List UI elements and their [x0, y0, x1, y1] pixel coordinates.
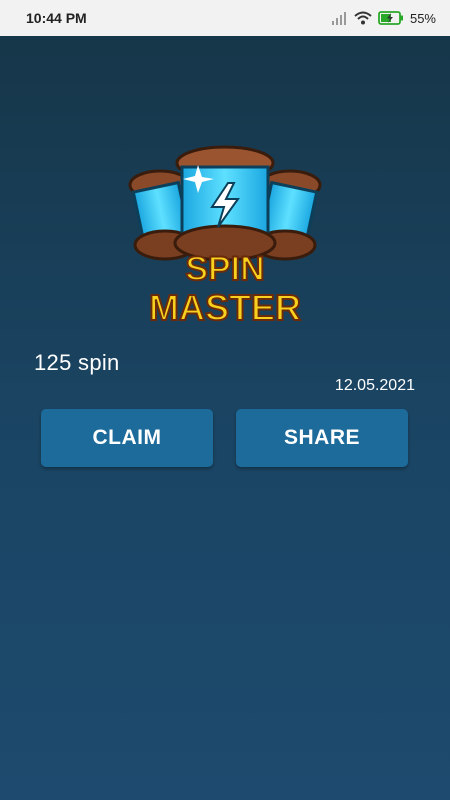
battery-charging-icon [378, 11, 403, 25]
logo-line2: MASTER [149, 287, 301, 328]
spin-count: 125 spin [34, 350, 120, 375]
status-icons: 55% [331, 10, 436, 26]
spin-master-logo: SPIN MASTER [128, 145, 322, 329]
signal-icon [331, 12, 346, 25]
share-button[interactable]: SHARE [236, 409, 408, 467]
reward-date: 12.05.2021 [334, 377, 415, 394]
center-drum-icon [173, 145, 277, 262]
battery-percent: 55% [409, 10, 436, 26]
wifi-icon [354, 11, 372, 25]
status-bar: 10:44 PM 55% [0, 0, 450, 36]
status-time: 10:44 PM [26, 10, 87, 26]
logo-line1: SPIN [185, 250, 264, 288]
claim-button[interactable]: CLAIM [41, 409, 213, 467]
